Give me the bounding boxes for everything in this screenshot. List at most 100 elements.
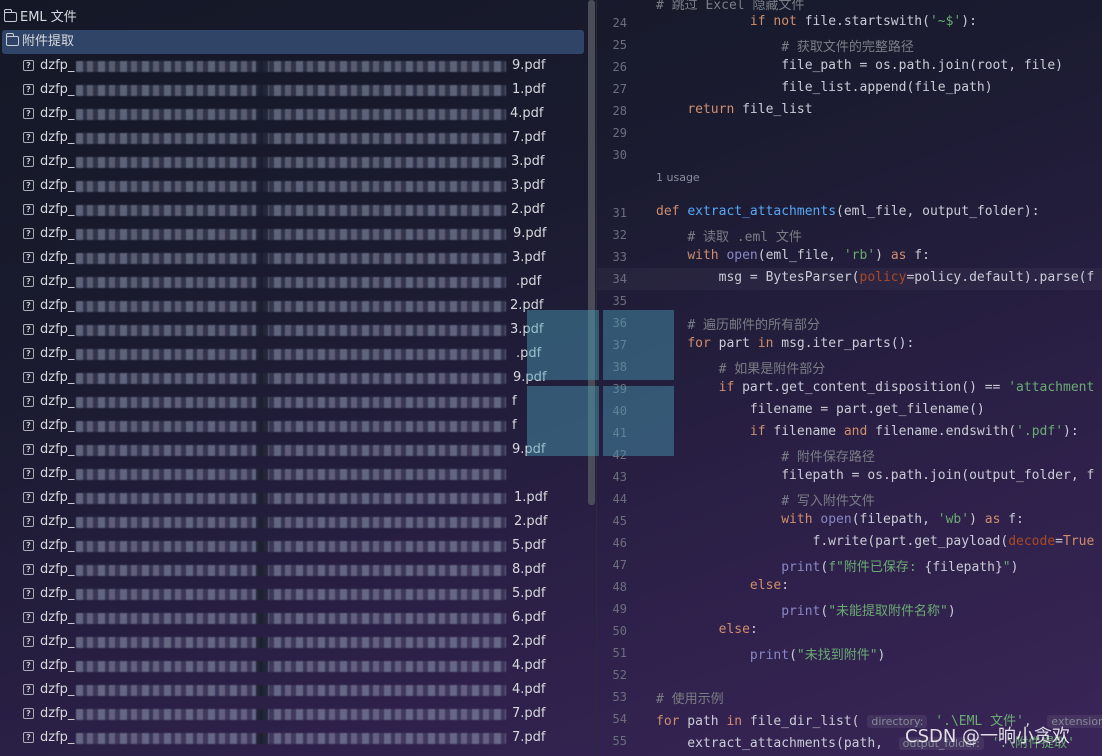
- code-line[interactable]: else:: [656, 622, 758, 637]
- file-item[interactable]: ? dzfp_ .pdf: [0, 270, 588, 294]
- file-item[interactable]: ? dzfp_ 5.pdf: [0, 582, 588, 606]
- windows-logo-br: [603, 386, 674, 456]
- redacted-filename: [76, 637, 506, 648]
- redacted-filename: [76, 253, 506, 264]
- file-prefix: dzfp_: [40, 178, 75, 193]
- unknown-file-icon: ?: [23, 324, 34, 335]
- file-item[interactable]: ? dzfp_ 4.pdf: [0, 654, 588, 678]
- file-item[interactable]: ? dzfp_ 3.pdf: [0, 246, 588, 270]
- file-prefix: dzfp_: [40, 250, 75, 265]
- unknown-file-icon: ?: [23, 180, 34, 191]
- code-line[interactable]: with open(filepath, 'wb') as f:: [656, 512, 1024, 527]
- unknown-file-icon: ?: [23, 300, 34, 311]
- line-number: 43: [612, 470, 627, 484]
- file-extension: 4.pdf: [510, 106, 544, 121]
- code-line[interactable]: if not file.startswith('~$'):: [656, 14, 977, 29]
- line-number: 30: [612, 148, 627, 162]
- redacted-filename: [76, 325, 506, 336]
- code-line[interactable]: filepath = os.path.join(output_folder, f: [656, 468, 1094, 483]
- unknown-file-icon: ?: [23, 564, 34, 575]
- line-number: 44: [612, 492, 627, 506]
- file-item[interactable]: ? dzfp_ 9.pdf: [0, 366, 588, 390]
- code-line[interactable]: if part.get_content_disposition() == 'at…: [656, 380, 1095, 395]
- file-item[interactable]: ? dzfp_ 1.pdf: [0, 78, 588, 102]
- code-line[interactable]: print("未能提取附件名称"): [656, 600, 955, 619]
- file-item[interactable]: ? dzfp_ 3.pdf: [0, 318, 588, 342]
- file-item[interactable]: ? dzfp_: [0, 462, 588, 486]
- redacted-filename: [76, 85, 506, 96]
- code-line[interactable]: # 读取 .eml 文件: [656, 226, 802, 245]
- file-item[interactable]: ? dzfp_ 7.pdf: [0, 126, 588, 150]
- project-tree[interactable]: EML 文件 附件提取? dzfp_ 9.pdf? dzfp_ 1.pdf? dzfp_ 4.…: [0, 0, 588, 756]
- file-item[interactable]: ? dzfp_ 9.pdf: [0, 438, 588, 462]
- file-item[interactable]: ? dzfp_ 2.pdf: [0, 198, 588, 222]
- code-line[interactable]: return file_list: [656, 102, 812, 117]
- unknown-file-icon: ?: [23, 204, 34, 215]
- file-item[interactable]: ? dzfp_ 4.pdf: [0, 678, 588, 702]
- code-line[interactable]: # 使用示例: [656, 688, 724, 707]
- file-item[interactable]: ? dzfp_ f: [0, 390, 588, 414]
- code-line[interactable]: # 如果是附件部分: [656, 358, 826, 377]
- top-comment: # 跳过 Excel 隐藏文件: [656, 0, 805, 13]
- file-item[interactable]: ? dzfp_ .pdf: [0, 342, 588, 366]
- file-item[interactable]: ? dzfp_ 9.pdf: [0, 222, 588, 246]
- code-line[interactable]: print(f"附件已保存: {filepath}"): [656, 556, 1018, 575]
- line-number: 45: [612, 514, 627, 528]
- file-item[interactable]: ? dzfp_ f: [0, 414, 588, 438]
- code-line[interactable]: # 写入附件文件: [656, 490, 875, 509]
- file-extension: .pdf: [516, 274, 542, 289]
- file-extension: 2.pdf: [514, 514, 548, 529]
- code-line[interactable]: # 获取文件的完整路径: [656, 36, 914, 55]
- line-number: 24: [612, 16, 627, 30]
- code-line[interactable]: f.write(part.get_payload(decode=True: [656, 534, 1095, 549]
- unknown-file-icon: ?: [23, 156, 34, 167]
- file-item[interactable]: ? dzfp_ 4.pdf: [0, 102, 588, 126]
- usage-hint[interactable]: 1 usage: [656, 171, 700, 184]
- code-line[interactable]: file_path = os.path.join(root, file): [656, 58, 1063, 73]
- file-prefix: dzfp_: [40, 490, 75, 505]
- file-item[interactable]: ? dzfp_ 5.pdf: [0, 534, 588, 558]
- file-extension: 9.pdf: [512, 58, 546, 73]
- file-item[interactable]: ? dzfp_ 2.pdf: [0, 294, 588, 318]
- folder-attachments[interactable]: 附件提取: [2, 30, 584, 54]
- code-line[interactable]: file_list.append(file_path): [656, 80, 992, 95]
- file-item[interactable]: ? dzfp_ 7.pdf: [0, 726, 588, 750]
- redacted-filename: [76, 205, 506, 216]
- code-line[interactable]: # 附件保存路径: [656, 446, 875, 465]
- code-line[interactable]: filename = part.get_filename(): [656, 402, 985, 417]
- code-line[interactable]: print("未找到附件"): [656, 644, 885, 663]
- redacted-filename: [76, 589, 506, 600]
- file-item[interactable]: ? dzfp_ 3.pdf: [0, 150, 588, 174]
- code-line[interactable]: else:: [656, 578, 789, 593]
- file-item[interactable]: ? dzfp_ 2.pdf: [0, 510, 588, 534]
- line-number: 25: [612, 38, 627, 52]
- redacted-filename: [76, 373, 506, 384]
- file-item[interactable]: ? dzfp_ 7.pdf: [0, 702, 588, 726]
- code-line[interactable]: for part in msg.iter_parts():: [656, 336, 914, 351]
- unknown-file-icon: ?: [23, 252, 34, 263]
- file-item[interactable]: ? dzfp_ 8.pdf: [0, 558, 588, 582]
- file-item[interactable]: ? dzfp_ 2.pdf: [0, 630, 588, 654]
- file-item[interactable]: ? dzfp_ 1.pdf: [0, 486, 588, 510]
- code-line[interactable]: if filename and filename.endswith('.pdf'…: [656, 424, 1079, 439]
- unknown-file-icon: ?: [23, 60, 34, 71]
- redacted-filename: [76, 469, 506, 480]
- file-prefix: dzfp_: [40, 58, 75, 73]
- line-number: 28: [612, 104, 627, 118]
- file-extension: 7.pdf: [512, 730, 546, 745]
- code-line[interactable]: with open(eml_file, 'rb') as f:: [656, 248, 930, 263]
- code-line[interactable]: msg = BytesParser(policy=policy.default)…: [656, 270, 1095, 285]
- code-line[interactable]: def extract_attachments(eml_file, output…: [656, 204, 1040, 219]
- line-number: 32: [612, 228, 627, 242]
- unknown-file-icon: ?: [23, 708, 34, 719]
- file-item[interactable]: ? dzfp_ 3.pdf: [0, 174, 588, 198]
- file-prefix: dzfp_: [40, 370, 75, 385]
- file-prefix: dzfp_: [40, 274, 75, 289]
- unknown-file-icon: ?: [23, 396, 34, 407]
- file-item[interactable]: ? dzfp_ 6.pdf: [0, 606, 588, 630]
- line-number: 50: [612, 624, 627, 638]
- line-number: 29: [612, 126, 627, 140]
- file-item[interactable]: ? dzfp_ 9.pdf: [0, 54, 588, 78]
- code-line[interactable]: # 遍历邮件的所有部分: [656, 314, 820, 333]
- redacted-filename: [76, 301, 506, 312]
